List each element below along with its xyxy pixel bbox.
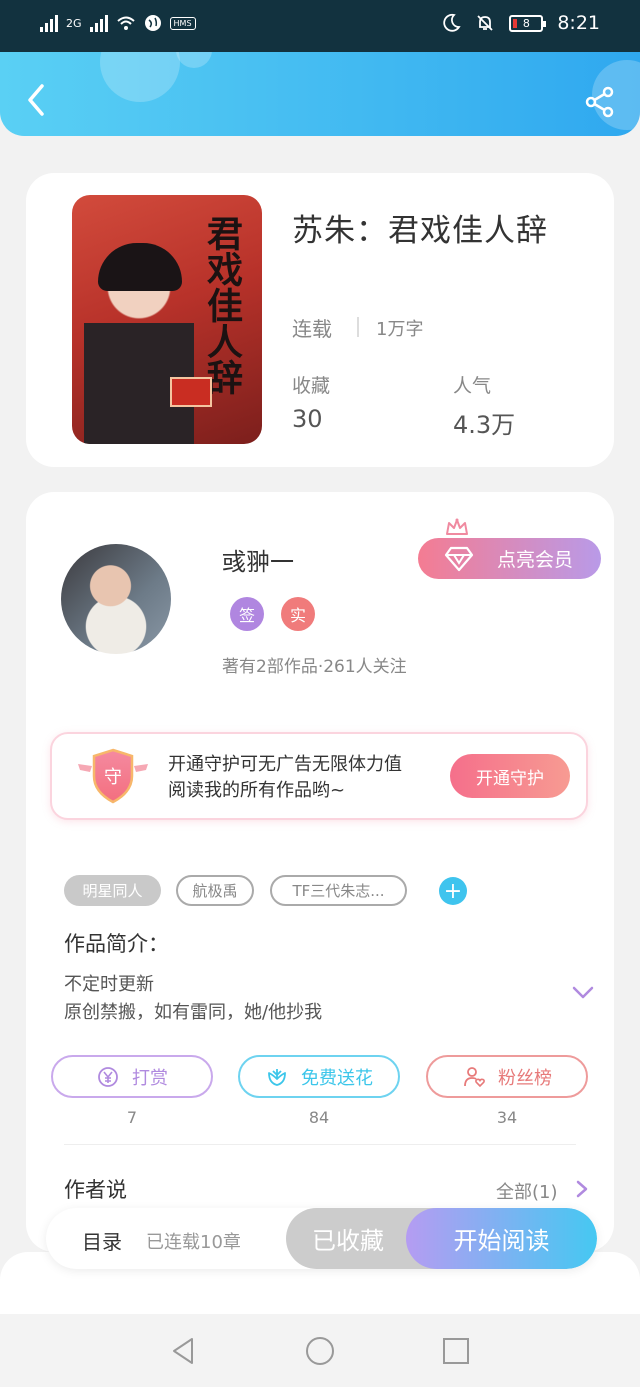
guard-text: 开通守护可无广告无限体力值 阅读我的所有作品哟~ bbox=[168, 752, 402, 804]
fan-icon bbox=[464, 1066, 485, 1087]
tag-item[interactable]: TF三代朱志... bbox=[270, 875, 407, 906]
yen-icon bbox=[98, 1066, 118, 1087]
tag-item[interactable]: 明星同人 bbox=[64, 875, 161, 906]
tag-item[interactable]: 航极禹 bbox=[176, 875, 254, 906]
globe-icon bbox=[144, 15, 161, 31]
vip-button[interactable]: 点亮会员 bbox=[418, 538, 601, 579]
send-flower-button[interactable]: 免费送花 bbox=[238, 1055, 400, 1098]
fan-ranking-label: 粉丝榜 bbox=[498, 1067, 552, 1089]
signal-icon-2 bbox=[89, 14, 108, 32]
fan-ranking-button[interactable]: 粉丝榜 bbox=[426, 1055, 588, 1098]
favorites-label: 收藏 bbox=[292, 375, 331, 397]
tip-count: 7 bbox=[126, 1108, 138, 1127]
chapter-count[interactable]: 已连载10章 bbox=[146, 1228, 241, 1254]
cover-title-art: 君戏佳人辞 bbox=[201, 215, 243, 395]
home-circle-icon[interactable] bbox=[304, 1335, 336, 1367]
word-count: 1万字 bbox=[376, 319, 424, 340]
add-tag-button[interactable]: + bbox=[439, 877, 467, 905]
guard-button[interactable]: 开通守护 bbox=[450, 754, 570, 798]
divider bbox=[357, 317, 359, 337]
network-type: 2G bbox=[66, 16, 82, 30]
diamond-icon bbox=[444, 546, 474, 572]
status-left: 2G HMS bbox=[40, 14, 196, 32]
cover-seal bbox=[170, 377, 212, 407]
toc-button[interactable]: 目录 bbox=[82, 1226, 122, 1255]
author-card: 彧翀一 签 实 著有2部作品·261人关注 点亮会员 守 开通守护可无广告无限体… bbox=[26, 492, 614, 1252]
bell-off-icon bbox=[477, 15, 493, 31]
system-nav-bar bbox=[0, 1314, 640, 1387]
wifi-icon bbox=[116, 16, 135, 30]
bottom-action-bar: 目录 已连载10章 已收藏 开始阅读 bbox=[46, 1208, 597, 1269]
guard-text-line2: 阅读我的所有作品哟~ bbox=[168, 780, 346, 801]
top-header bbox=[0, 52, 640, 136]
book-status: 连载 bbox=[292, 317, 332, 341]
tip-label: 打赏 bbox=[132, 1067, 168, 1089]
decor-bubble bbox=[176, 52, 212, 68]
signed-badge: 签 bbox=[230, 597, 264, 631]
back-triangle-icon[interactable] bbox=[168, 1335, 200, 1367]
guard-promo: 守 开通守护可无广告无限体力值 阅读我的所有作品哟~ 开通守护 bbox=[50, 732, 588, 820]
flower-count: 84 bbox=[308, 1108, 330, 1127]
verified-badge: 实 bbox=[281, 597, 315, 631]
battery-icon: 8 bbox=[509, 14, 547, 32]
book-info-card: 君戏佳人辞 苏朱：君戏佳人辞 连载 1万字 收藏 30 人气 4.3万 bbox=[26, 173, 614, 467]
book-cover[interactable]: 君戏佳人辞 bbox=[72, 195, 262, 444]
chevron-right-icon[interactable] bbox=[576, 1180, 588, 1198]
clock: 8:21 bbox=[557, 12, 600, 34]
intro-line: 不定时更新 bbox=[64, 974, 154, 995]
avatar[interactable] bbox=[61, 544, 171, 654]
intro-title: 作品简介： bbox=[64, 932, 169, 956]
guard-icon-text: 守 bbox=[104, 767, 122, 788]
status-right: 8 8:21 bbox=[441, 12, 600, 34]
author-meta: 著有2部作品·261人关注 bbox=[222, 657, 407, 677]
favorites-value: 30 bbox=[292, 405, 323, 433]
book-title: 苏朱：君戏佳人辞 bbox=[292, 213, 548, 249]
crown-icon bbox=[446, 518, 468, 535]
chevron-down-icon[interactable] bbox=[572, 986, 594, 1000]
battery-level: 8 bbox=[522, 16, 530, 30]
decor-bubble bbox=[100, 52, 180, 102]
hms-chip: HMS bbox=[169, 16, 196, 30]
author-name[interactable]: 彧翀一 bbox=[222, 542, 294, 577]
recents-square-icon[interactable] bbox=[440, 1335, 472, 1367]
vip-button-label: 点亮会员 bbox=[496, 549, 573, 571]
intro-line: 原创禁搬，如有雷同，她/他抄我 bbox=[64, 1002, 323, 1023]
guard-text-line1: 开通守护可无广告无限体力值 bbox=[168, 754, 402, 775]
back-icon[interactable] bbox=[22, 82, 50, 118]
fan-count: 34 bbox=[496, 1108, 518, 1127]
share-icon[interactable] bbox=[584, 86, 616, 118]
tip-button[interactable]: 打赏 bbox=[51, 1055, 213, 1098]
status-bar: 2G HMS 8 8:21 bbox=[0, 0, 640, 52]
divider bbox=[64, 1144, 576, 1145]
popularity-label: 人气 bbox=[453, 375, 492, 397]
send-flower-label: 免费送花 bbox=[301, 1067, 373, 1089]
start-reading-button[interactable]: 开始阅读 bbox=[406, 1208, 597, 1269]
flower-icon bbox=[268, 1068, 286, 1086]
moon-icon bbox=[443, 13, 461, 32]
popularity-value: 4.3万 bbox=[453, 411, 516, 439]
author-says-all-link[interactable]: 全部(1) bbox=[496, 1178, 558, 1204]
signal-icon bbox=[40, 14, 58, 32]
author-says-title: 作者说 bbox=[64, 1178, 127, 1202]
guard-shield-icon: 守 bbox=[78, 748, 148, 804]
